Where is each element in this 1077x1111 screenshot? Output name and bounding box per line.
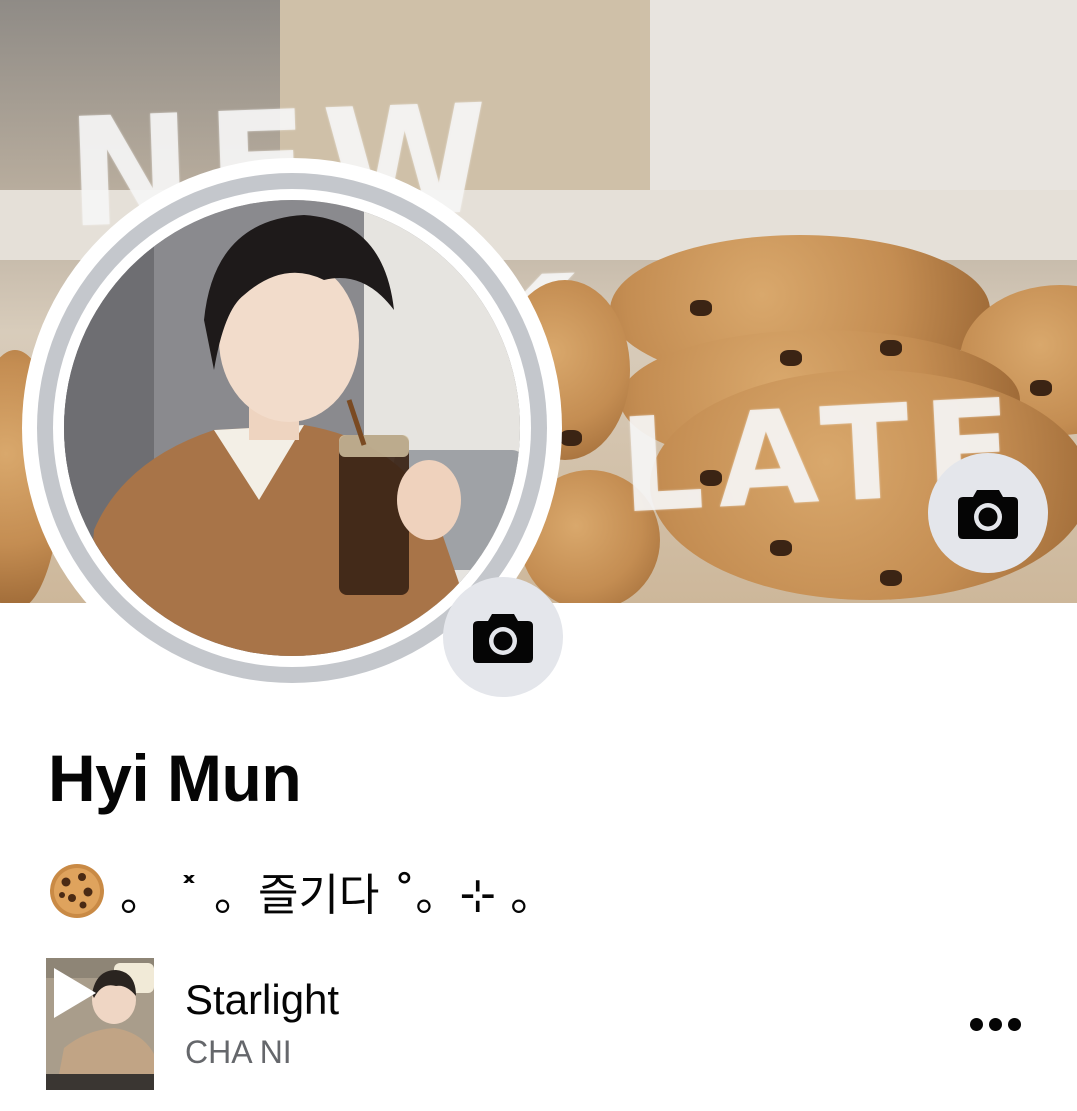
camera-icon <box>473 614 533 663</box>
edit-profile-picture-button[interactable] <box>443 577 563 697</box>
chocolate-chip <box>690 300 712 316</box>
more-icon-dot <box>969 1017 983 1031</box>
chocolate-chip <box>880 340 902 356</box>
bio-text: 。 ˟ 。즐기다 ˚。⊹ 。 <box>120 870 555 921</box>
music-thumbnail[interactable] <box>46 958 154 1090</box>
chocolate-chip <box>880 570 902 586</box>
song-title[interactable]: Starlight <box>185 976 339 1024</box>
more-icon-dot <box>1007 1017 1021 1031</box>
chocolate-chip <box>560 430 582 446</box>
edit-cover-photo-button[interactable] <box>928 453 1048 573</box>
song-artist: CHA NI <box>185 1034 292 1070</box>
profile-bio: 。 ˟ 。즐기다 ˚。⊹ 。 <box>48 856 554 926</box>
chocolate-chip <box>780 350 802 366</box>
play-icon <box>54 968 96 1018</box>
profile-name: Hyi Mun <box>48 741 302 815</box>
avatar-illustration <box>64 200 520 656</box>
cookie-emoji-icon <box>50 864 104 918</box>
more-icon-dot <box>988 1017 1002 1031</box>
chocolate-chip <box>1030 380 1052 396</box>
more-options-button[interactable] <box>960 1002 1030 1046</box>
avatar-photo <box>64 200 520 656</box>
chocolate-chip <box>770 540 792 556</box>
camera-icon <box>958 490 1018 539</box>
